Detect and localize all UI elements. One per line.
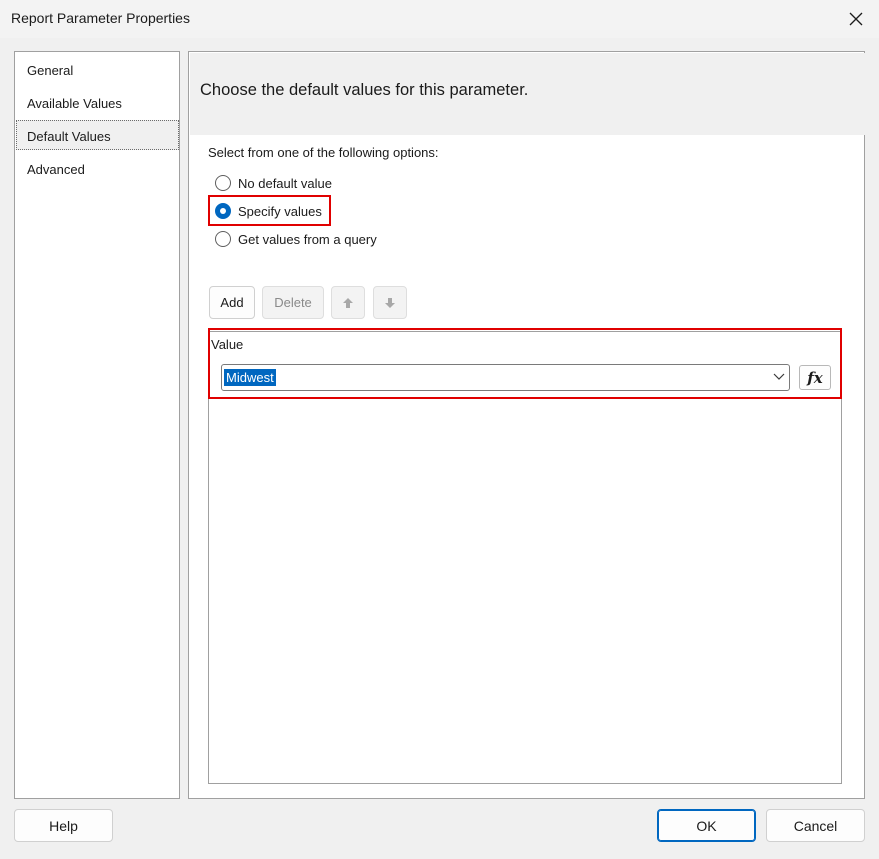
radio-button[interactable] bbox=[215, 175, 231, 191]
sidebar-item-label: Available Values bbox=[27, 96, 122, 111]
move-down-button[interactable] bbox=[373, 286, 407, 319]
add-button[interactable]: Add bbox=[209, 286, 255, 319]
sidebar-item-available-values[interactable]: Available Values bbox=[16, 87, 179, 117]
sidebar-item-label: General bbox=[27, 63, 74, 78]
radio-label: No default value bbox=[238, 176, 332, 191]
sidebar-item-label: Default Values bbox=[27, 129, 111, 144]
radio-query-values[interactable]: Get values from a query bbox=[215, 231, 415, 249]
sidebar-item-advanced[interactable]: Advanced bbox=[16, 153, 179, 183]
sidebar-item-default-values[interactable]: Default Values bbox=[16, 120, 179, 150]
radio-specify-values[interactable]: Specify values bbox=[215, 203, 325, 221]
value-combobox-text: Midwest bbox=[224, 369, 276, 386]
sidebar-item-general[interactable]: General bbox=[16, 54, 179, 84]
radio-button[interactable] bbox=[215, 231, 231, 247]
panel-header: Choose the default values for this param… bbox=[190, 53, 865, 135]
radio-label: Specify values bbox=[238, 204, 322, 219]
value-combobox[interactable]: Midwest bbox=[221, 364, 790, 391]
add-button-label: Add bbox=[220, 295, 244, 310]
move-up-icon bbox=[343, 297, 353, 308]
window-title: Report Parameter Properties bbox=[11, 10, 190, 26]
delete-button[interactable]: Delete bbox=[262, 286, 324, 319]
help-button-label: Help bbox=[49, 817, 78, 834]
cancel-button-label: Cancel bbox=[793, 817, 838, 834]
expression-fx-icon: fx bbox=[807, 368, 823, 387]
delete-button-label: Delete bbox=[274, 295, 312, 310]
radio-button[interactable] bbox=[215, 203, 231, 219]
options-instruction: Select from one of the following options… bbox=[208, 145, 439, 160]
radio-no-default[interactable]: No default value bbox=[215, 175, 415, 193]
ok-button[interactable]: OK bbox=[657, 809, 756, 842]
cancel-button[interactable]: Cancel bbox=[766, 809, 865, 842]
sidebar: General Available Values Default Values … bbox=[14, 51, 180, 799]
ok-button-label: OK bbox=[696, 817, 717, 834]
value-column-header: Value bbox=[211, 337, 244, 352]
close-icon bbox=[849, 12, 863, 26]
radio-label: Get values from a query bbox=[238, 232, 377, 247]
title-bar: Report Parameter Properties bbox=[0, 0, 879, 38]
sidebar-item-label: Advanced bbox=[27, 162, 85, 177]
page-title: Choose the default values for this param… bbox=[200, 81, 529, 99]
chevron-down-icon bbox=[773, 373, 785, 380]
move-down-icon bbox=[385, 297, 395, 308]
close-button[interactable] bbox=[842, 6, 870, 32]
expression-button[interactable]: fx bbox=[799, 365, 831, 390]
help-button[interactable]: Help bbox=[14, 809, 113, 842]
move-up-button[interactable] bbox=[331, 286, 365, 319]
